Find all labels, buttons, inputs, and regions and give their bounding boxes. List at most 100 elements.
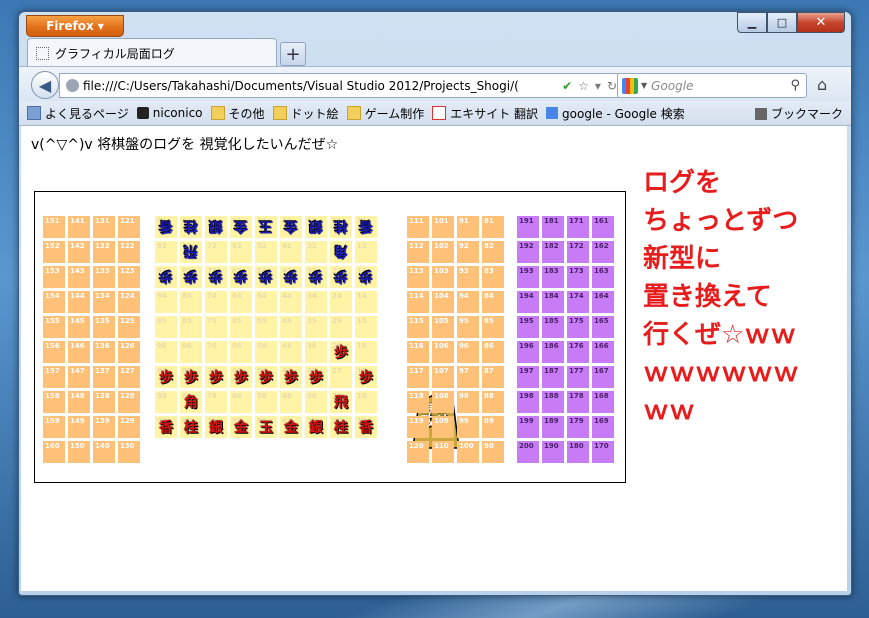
board-cell: 44 [280, 291, 302, 313]
bookmarks-star-icon [754, 107, 767, 120]
bookmark-item[interactable]: よく見るページ [27, 105, 129, 122]
gote-piece: 金 [284, 218, 298, 234]
sente-piece: 歩 [184, 370, 198, 386]
board-cell: 143 [68, 266, 90, 288]
board-cell: 176 [567, 341, 589, 363]
browser-window: Firefox ▼ ▁ □ ✕ グラフィカル局面ログ + ◀ file:///C… [18, 11, 852, 596]
note-line: 置き換えて [643, 282, 772, 312]
bookmarks-menu-button[interactable]: ブックマーク [754, 105, 843, 122]
board-cell: 56 [255, 341, 277, 363]
board-cell: 138 [93, 391, 115, 413]
bookmark-item[interactable]: エキサイト 翻訳 [432, 105, 538, 122]
board-cell: 14 [355, 291, 377, 313]
board-cell: 46 [280, 341, 302, 363]
board-cell: 45 [280, 316, 302, 338]
board-cell: 145 [68, 316, 90, 338]
google-icon[interactable] [622, 77, 638, 94]
url-text: file:///C:/Users/Takahashi/Documents/Vis… [83, 78, 519, 93]
board-cell: 107 [432, 366, 454, 388]
sente-piece: 歩 [309, 370, 323, 386]
board-cell: 64 [230, 291, 252, 313]
maximize-button[interactable]: □ [767, 12, 797, 33]
board-cell: 54 [255, 291, 277, 313]
tab-active[interactable]: グラフィカル局面ログ [27, 38, 277, 67]
red-note: ログを ちょっとずつ 新型に 置き換えて 行くぜ☆ｗｗ ｗｗｗｗｗｗ ｗｗ [643, 164, 843, 430]
board-cell: 92 [457, 241, 479, 263]
board-cell: 112 [407, 241, 429, 263]
board-cell: 122 [118, 241, 140, 263]
gote-piece: 金 [234, 218, 248, 234]
sente-piece: 銀 [209, 420, 223, 436]
board-cell: 72 [205, 241, 227, 263]
note-line: 行くぜ☆ｗｗ [643, 320, 797, 350]
bookmark-folder[interactable]: その他 [210, 105, 265, 122]
board-cell: 94 [457, 291, 479, 313]
history-dropdown-icon[interactable]: ▾ [595, 79, 601, 93]
close-button[interactable]: ✕ [797, 12, 845, 33]
minimize-button[interactable]: ▁ [737, 12, 767, 33]
board-cell: 153 [43, 266, 65, 288]
board-cell: 87 [482, 366, 504, 388]
board-cell: 97 [457, 366, 479, 388]
board-cell: 36 [305, 341, 327, 363]
board-cell: 81 [482, 216, 504, 238]
gote-piece: 歩 [184, 268, 198, 284]
sente-piece: 香 [159, 420, 173, 436]
board-cell: 149 [68, 416, 90, 438]
niconico-icon [136, 107, 149, 119]
board-cell: 166 [592, 341, 614, 363]
board-cell: 90 [482, 441, 504, 463]
board-cell: 175 [567, 316, 589, 338]
address-bar[interactable]: file:///C:/Users/Takahashi/Documents/Vis… [59, 73, 621, 98]
board-cell: 27 [330, 366, 352, 388]
board-cell: 85 [180, 316, 202, 338]
firefox-menu-button[interactable]: Firefox ▼ [26, 15, 124, 37]
new-tab-button[interactable]: + [280, 42, 306, 66]
bookmark-item[interactable]: google - Google 検索 [546, 105, 685, 122]
board-cell: 18 [355, 391, 377, 413]
board-cell: 98 [155, 391, 177, 413]
gote-piece: 桂 [334, 218, 348, 234]
sente-piece: 歩 [259, 370, 273, 386]
board-cell: 137 [93, 366, 115, 388]
bookmark-item[interactable]: niconico [136, 106, 203, 120]
bookmark-folder[interactable]: ゲーム制作 [346, 105, 424, 122]
board-cell: 16 [355, 341, 377, 363]
reload-icon[interactable]: ↻ [607, 79, 617, 93]
board-cell: 12 [355, 241, 377, 263]
board-cell: 160 [43, 441, 65, 463]
board-cell: 177 [567, 366, 589, 388]
board-cell: 142 [68, 241, 90, 263]
bookmark-star-icon[interactable]: ☆ [578, 79, 589, 93]
board-cell: 88 [482, 391, 504, 413]
board-cell: 85 [482, 316, 504, 338]
bookmark-label: niconico [152, 106, 203, 120]
board-cell: 126 [118, 341, 140, 363]
check-icon[interactable]: ✔ [562, 79, 572, 93]
sente-piece: 桂 [184, 420, 198, 436]
home-icon[interactable]: ⌂ [817, 75, 827, 94]
search-icon[interactable]: ⚲ [790, 78, 800, 93]
bookmark-label: よく見るページ [45, 106, 129, 121]
board-cell: 15 [355, 316, 377, 338]
search-bar[interactable]: ▼ Google ⚲ [617, 73, 807, 98]
note-line: ログを [643, 168, 722, 198]
search-engine-dropdown-icon[interactable]: ▼ [641, 81, 647, 90]
board-cell: 95 [457, 316, 479, 338]
board-cell: 75 [205, 316, 227, 338]
board-cell: 68 [230, 391, 252, 413]
board-cell: 89 [482, 416, 504, 438]
back-button[interactable]: ◀ [31, 71, 59, 99]
bookmark-folder[interactable]: ドット絵 [272, 105, 339, 122]
board-cell: 150 [68, 441, 90, 463]
google-icon [546, 107, 559, 119]
board-cell: 151 [43, 216, 65, 238]
gote-piece: 角 [334, 243, 348, 259]
sente-piece: 飛 [334, 395, 348, 411]
gote-piece: 玉 [259, 218, 273, 234]
tab-title: グラフィカル局面ログ [55, 46, 175, 61]
board-cell: 133 [93, 266, 115, 288]
bookmark-label: ドット絵 [290, 106, 339, 121]
sente-piece: 歩 [159, 370, 173, 386]
board-cell: 155 [43, 316, 65, 338]
